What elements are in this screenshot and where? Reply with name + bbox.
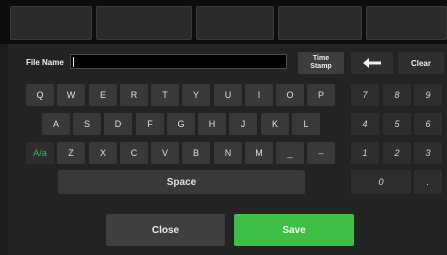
numpad-3[interactable]: 3 bbox=[414, 142, 442, 164]
file-name-input[interactable] bbox=[70, 54, 287, 69]
text-caret bbox=[73, 57, 74, 67]
key-i[interactable]: I bbox=[245, 84, 273, 106]
case-toggle-key[interactable]: A/a bbox=[26, 142, 54, 164]
key-v[interactable]: V bbox=[151, 142, 179, 164]
time-stamp-button[interactable]: Time Stamp bbox=[298, 52, 344, 74]
key-underscore[interactable]: _ bbox=[276, 142, 304, 164]
key-s[interactable]: S bbox=[73, 113, 101, 135]
left-arrow-icon bbox=[363, 58, 381, 68]
key-k[interactable]: K bbox=[261, 113, 289, 135]
key-y[interactable]: Y bbox=[182, 84, 210, 106]
top-tab-bar bbox=[0, 0, 447, 44]
numpad-2[interactable]: 2 bbox=[383, 142, 411, 164]
key-h[interactable]: H bbox=[198, 113, 226, 135]
key-w[interactable]: W bbox=[57, 84, 85, 106]
top-tab-3[interactable] bbox=[196, 6, 274, 40]
numpad-1[interactable]: 1 bbox=[351, 142, 379, 164]
numpad-6[interactable]: 6 bbox=[414, 113, 442, 135]
key-d[interactable]: D bbox=[104, 113, 132, 135]
save-button[interactable]: Save bbox=[234, 214, 354, 246]
space-key[interactable]: Space bbox=[58, 170, 305, 194]
key-m[interactable]: M bbox=[245, 142, 273, 164]
top-tab-4[interactable] bbox=[278, 6, 362, 40]
numpad-5[interactable]: 5 bbox=[383, 113, 411, 135]
top-tab-5[interactable] bbox=[366, 6, 447, 40]
time-stamp-label-line2: Stamp bbox=[310, 63, 332, 70]
key-z[interactable]: Z bbox=[57, 142, 85, 164]
numpad-9[interactable]: 9 bbox=[414, 84, 442, 106]
key-q[interactable]: Q bbox=[26, 84, 54, 106]
key-t[interactable]: T bbox=[151, 84, 179, 106]
key-p[interactable]: P bbox=[307, 84, 335, 106]
key-u[interactable]: U bbox=[214, 84, 242, 106]
key-j[interactable]: J bbox=[229, 113, 257, 135]
top-tab-1[interactable] bbox=[10, 6, 92, 40]
key-a[interactable]: A bbox=[42, 113, 70, 135]
file-name-label: File Name bbox=[26, 58, 64, 67]
key-dash[interactable]: – bbox=[307, 142, 335, 164]
key-l[interactable]: L bbox=[292, 113, 320, 135]
key-n[interactable]: N bbox=[214, 142, 242, 164]
key-e[interactable]: E bbox=[89, 84, 117, 106]
key-r[interactable]: R bbox=[120, 84, 148, 106]
clear-button[interactable]: Clear bbox=[398, 52, 444, 74]
key-c[interactable]: C bbox=[120, 142, 148, 164]
key-o[interactable]: O bbox=[276, 84, 304, 106]
numpad-7[interactable]: 7 bbox=[351, 84, 379, 106]
key-f[interactable]: F bbox=[136, 113, 164, 135]
key-b[interactable]: B bbox=[182, 142, 210, 164]
key-x[interactable]: X bbox=[89, 142, 117, 164]
numpad-0[interactable]: 0 bbox=[351, 170, 411, 194]
close-button[interactable]: Close bbox=[106, 214, 225, 246]
numpad-dot[interactable]: . bbox=[414, 170, 442, 194]
time-stamp-label-line1: Time bbox=[312, 55, 330, 62]
key-g[interactable]: G bbox=[167, 113, 195, 135]
numpad-8[interactable]: 8 bbox=[383, 84, 411, 106]
backspace-button[interactable] bbox=[351, 52, 393, 74]
numpad-4[interactable]: 4 bbox=[351, 113, 379, 135]
top-tab-2[interactable] bbox=[96, 6, 192, 40]
